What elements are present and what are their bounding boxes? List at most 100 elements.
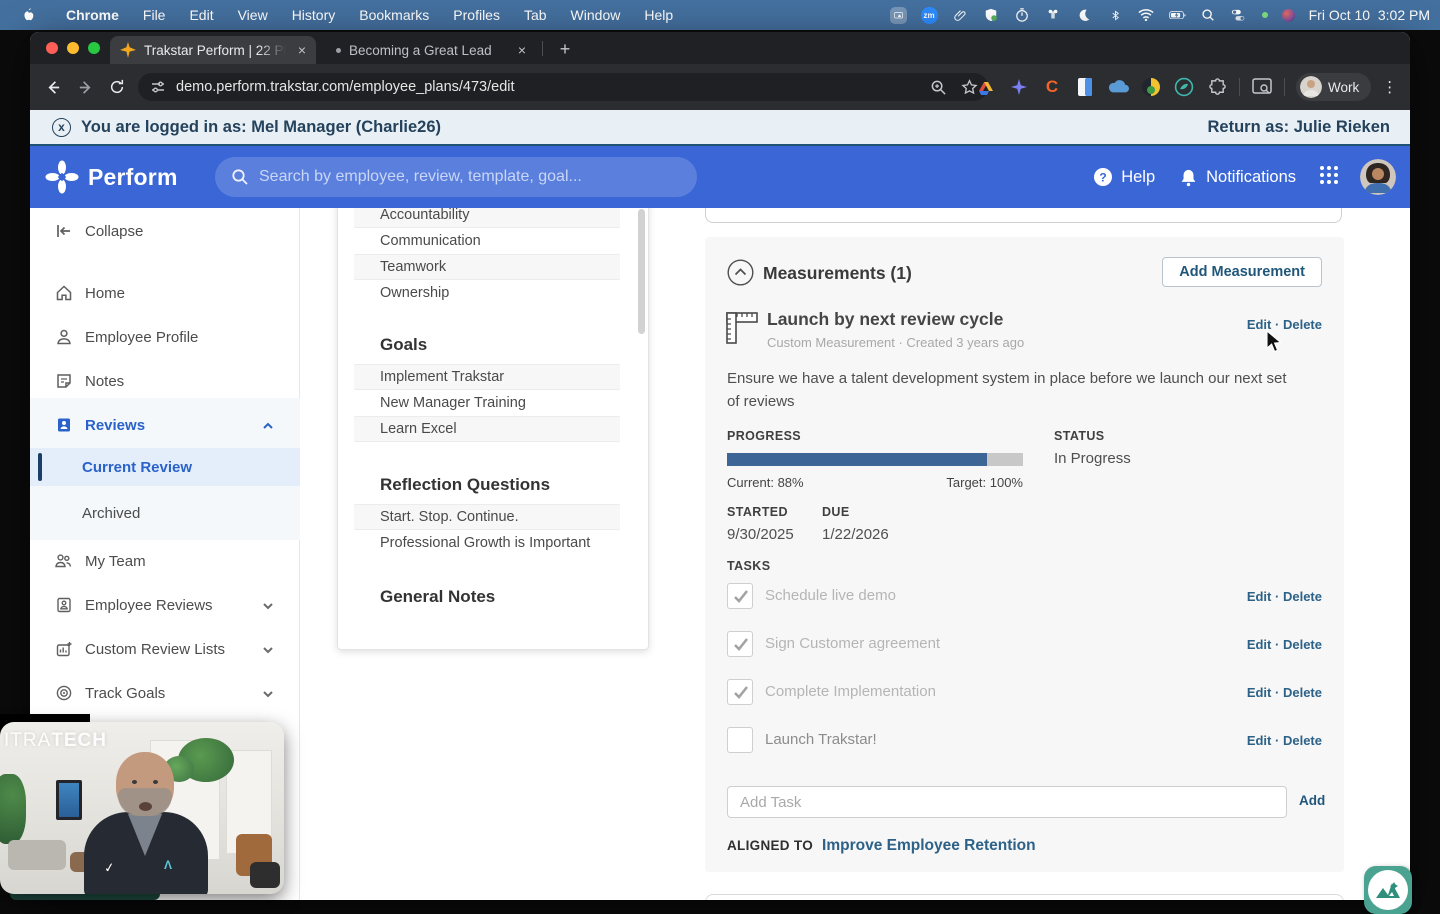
return-as-link[interactable]: Return as: Julie Rieken	[1208, 118, 1390, 137]
screen-mirroring-icon[interactable]	[889, 6, 907, 24]
brand[interactable]: Perform	[44, 159, 178, 195]
control-center-icon[interactable]	[1231, 7, 1248, 24]
collapse-measurements-button[interactable]	[727, 259, 754, 286]
competency-item[interactable]: Ownership	[354, 281, 620, 305]
task-checkbox[interactable]	[727, 679, 753, 705]
goal-item[interactable]: Implement Trakstar	[354, 365, 620, 389]
tab-close-icon[interactable]: ×	[298, 43, 306, 57]
wifi-icon[interactable]	[1138, 7, 1155, 24]
competency-item[interactable]: Teamwork	[354, 255, 620, 279]
reload-button[interactable]	[104, 74, 130, 100]
tab-trakstar-perform[interactable]: Trakstar Perform | 22 Platform ×	[110, 36, 316, 64]
url-text[interactable]: demo.perform.trakstar.com/employee_plans…	[176, 79, 515, 95]
shield-check-icon[interactable]	[983, 7, 1000, 24]
edit-link[interactable]: Edit	[1247, 589, 1272, 604]
zoom-app-icon[interactable]: zm	[920, 6, 938, 24]
music-app-icon[interactable]	[1281, 8, 1295, 22]
menu-profiles[interactable]: Profiles	[441, 7, 512, 23]
task-checkbox[interactable]	[727, 631, 753, 657]
menubar-clock[interactable]: Fri Oct 10 3:02 PM	[1309, 7, 1430, 23]
new-tab-button[interactable]: +	[553, 37, 577, 61]
aligned-goal-link[interactable]: Improve Employee Retention	[822, 837, 1036, 855]
extensions-puzzle-icon[interactable]	[1206, 76, 1228, 98]
menu-tab[interactable]: Tab	[512, 7, 559, 23]
menu-help[interactable]: Help	[632, 7, 685, 23]
reflection-item[interactable]: Professional Growth is Important	[354, 531, 620, 555]
global-search[interactable]	[215, 157, 697, 197]
minimize-window-button[interactable]	[67, 42, 79, 54]
sidebar-item-track-goals[interactable]: Track Goals	[30, 678, 300, 708]
delete-link[interactable]: Delete	[1283, 317, 1322, 332]
goal-item[interactable]: New Manager Training	[354, 391, 620, 415]
panel-scrollbar-thumb[interactable]	[638, 209, 645, 334]
round-badge-extension-icon[interactable]	[1140, 76, 1162, 98]
airpods-icon[interactable]	[1045, 7, 1062, 24]
sidebar-item-reviews[interactable]: Reviews	[30, 410, 300, 440]
sidebar-item-employee-reviews[interactable]: Employee Reviews	[30, 590, 300, 620]
delete-link[interactable]: Delete	[1283, 685, 1322, 700]
browser-menu-kebab-icon[interactable]: ⋮	[1382, 78, 1397, 96]
edit-link[interactable]: Edit	[1247, 637, 1272, 652]
delete-link[interactable]: Delete	[1283, 589, 1322, 604]
menu-window[interactable]: Window	[559, 7, 633, 23]
chevron-up-icon[interactable]	[262, 419, 274, 431]
chevron-down-icon[interactable]	[262, 643, 274, 655]
timer-icon[interactable]	[1014, 7, 1031, 24]
menu-view[interactable]: View	[226, 7, 280, 23]
address-bar[interactable]: demo.perform.trakstar.com/employee_plans…	[138, 73, 988, 101]
reading-mode-icon[interactable]	[1251, 76, 1273, 98]
sidebar-item-employee-profile[interactable]: Employee Profile	[30, 322, 300, 352]
sparkle-extension-icon[interactable]	[1008, 76, 1030, 98]
do-not-disturb-moon-icon[interactable]	[1076, 7, 1093, 24]
goal-item[interactable]: Learn Excel	[354, 417, 620, 441]
delete-link[interactable]: Delete	[1283, 637, 1322, 652]
competency-item[interactable]: Communication	[354, 229, 620, 253]
sidebar-item-custom-review-lists[interactable]: Custom Review Lists	[30, 634, 300, 664]
document-extension-icon[interactable]	[1074, 76, 1096, 98]
maximize-window-button[interactable]	[88, 42, 100, 54]
spotlight-search-icon[interactable]	[1200, 7, 1217, 24]
bluetooth-icon[interactable]	[1107, 7, 1124, 24]
competency-item[interactable]: Accountability	[354, 208, 620, 227]
edit-link[interactable]: Edit	[1247, 685, 1272, 700]
drive-extension-icon[interactable]	[975, 76, 997, 98]
menu-chrome[interactable]: Chrome	[54, 7, 131, 23]
sidebar-item-archived[interactable]: Archived	[30, 498, 300, 528]
notifications-button[interactable]: Notifications	[1179, 168, 1296, 187]
add-measurement-button[interactable]: Add Measurement	[1162, 257, 1322, 287]
menu-edit[interactable]: Edit	[177, 7, 225, 23]
menu-file[interactable]: File	[131, 7, 178, 23]
forward-button[interactable]	[72, 74, 98, 100]
battery-icon[interactable]	[1168, 7, 1186, 24]
tab-becoming-a-great-leader[interactable]: Becoming a Great Leader ×	[322, 36, 536, 64]
chevron-down-icon[interactable]	[262, 687, 274, 699]
menu-bookmarks[interactable]: Bookmarks	[347, 7, 441, 23]
menu-history[interactable]: History	[280, 7, 348, 23]
search-input[interactable]	[259, 168, 639, 186]
teal-ring-extension-icon[interactable]	[1173, 76, 1195, 98]
sidebar-collapse-button[interactable]: Collapse	[30, 216, 300, 246]
task-checkbox[interactable]	[727, 727, 753, 753]
apple-icon[interactable]	[20, 7, 36, 23]
chevron-down-icon[interactable]	[262, 599, 274, 611]
apps-grid-button[interactable]	[1318, 164, 1340, 191]
user-avatar[interactable]	[1360, 159, 1396, 195]
reflection-item[interactable]: Start. Stop. Continue.	[354, 505, 620, 529]
sidebar-item-home[interactable]: Home	[30, 278, 300, 308]
sidebar-item-my-team[interactable]: My Team	[30, 546, 300, 576]
orange-c-extension-icon[interactable]: C	[1041, 76, 1063, 98]
paperclip-icon[interactable]	[952, 7, 969, 24]
cloud-extension-icon[interactable]	[1107, 76, 1129, 98]
sidebar-item-notes[interactable]: Notes	[30, 366, 300, 396]
banner-close-icon[interactable]: x	[52, 117, 71, 137]
recorder-app-button[interactable]	[1364, 866, 1412, 914]
sidebar-item-current-review[interactable]: Current Review	[30, 448, 300, 486]
add-task-button[interactable]: Add	[1299, 793, 1325, 808]
back-button[interactable]	[40, 74, 66, 100]
add-task-input[interactable]	[727, 786, 1287, 818]
delete-link[interactable]: Delete	[1283, 733, 1322, 748]
tab-close-icon[interactable]: ×	[518, 43, 526, 57]
site-controls-icon[interactable]	[150, 79, 166, 95]
close-window-button[interactable]	[46, 42, 58, 54]
help-button[interactable]: ? Help	[1093, 167, 1155, 187]
